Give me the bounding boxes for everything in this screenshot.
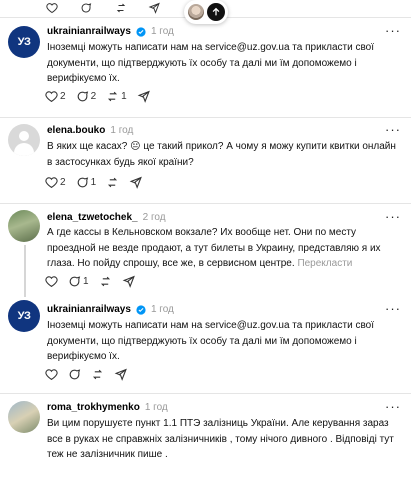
timestamp: 1 год bbox=[150, 304, 174, 315]
avatar[interactable]: УЗ bbox=[8, 300, 40, 332]
post-text: В яких ще касах? 😐 це такий прикол? А чо… bbox=[47, 139, 403, 170]
comment-icon bbox=[69, 276, 81, 287]
like-count: 2 bbox=[60, 91, 66, 102]
repost-button[interactable] bbox=[91, 368, 104, 381]
username[interactable]: ukrainianrailways bbox=[47, 26, 131, 37]
send-icon bbox=[137, 90, 150, 103]
post: elena_tzwetochek_ 2 год ··· А где кассы … bbox=[0, 203, 411, 298]
more-options-button[interactable]: ··· bbox=[385, 209, 401, 224]
heart-icon bbox=[45, 369, 58, 381]
send-icon bbox=[129, 176, 142, 189]
reply-button[interactable] bbox=[68, 368, 81, 381]
username[interactable]: roma_trokhymenko bbox=[47, 402, 140, 413]
more-options-button[interactable]: ··· bbox=[385, 23, 401, 38]
verified-badge-icon bbox=[136, 304, 146, 315]
timestamp: 1 год bbox=[144, 402, 168, 413]
avatar[interactable] bbox=[8, 401, 40, 433]
username[interactable]: ukrainianrailways bbox=[47, 304, 131, 315]
share-button[interactable] bbox=[122, 275, 135, 288]
heart-icon bbox=[45, 177, 58, 189]
share-button[interactable] bbox=[148, 2, 160, 14]
send-icon bbox=[114, 368, 127, 381]
avatar[interactable] bbox=[8, 210, 40, 242]
like-button[interactable] bbox=[45, 275, 58, 288]
reply-count: 2 bbox=[90, 91, 97, 102]
post-text: Іноземці можуть написати нам на service@… bbox=[47, 320, 375, 362]
post: roma_trokhymenko 1 год ··· Ви цим порушу… bbox=[0, 393, 411, 493]
repost-icon bbox=[116, 3, 126, 13]
timestamp: 2 год bbox=[142, 212, 166, 223]
more-options-button[interactable]: ··· bbox=[385, 122, 401, 137]
username[interactable]: elena_tzwetochek_ bbox=[47, 212, 138, 223]
heart-icon bbox=[46, 3, 58, 14]
heart-icon bbox=[45, 91, 58, 103]
comment-icon bbox=[81, 3, 92, 13]
reply-button[interactable] bbox=[80, 2, 92, 14]
reply-count: 1 bbox=[83, 276, 89, 287]
like-button[interactable]: 2 bbox=[45, 176, 66, 189]
like-count: 2 bbox=[60, 177, 66, 188]
send-icon bbox=[148, 2, 160, 14]
repost-icon bbox=[108, 91, 118, 102]
post: УЗ ukrainianrailways 1 год ··· Іноземці … bbox=[0, 298, 411, 393]
neutral-face-emoji: 😐 bbox=[130, 141, 141, 152]
send-icon bbox=[122, 275, 135, 288]
like-button[interactable] bbox=[45, 368, 58, 381]
timestamp: 1 год bbox=[110, 125, 134, 136]
timestamp: 1 год bbox=[150, 26, 174, 37]
repost-icon bbox=[100, 276, 110, 287]
translate-link[interactable]: Перекласти bbox=[297, 258, 352, 269]
repost-button[interactable]: 1 bbox=[106, 90, 127, 103]
post: elena.bouko 1 год ··· В яких ще касах? 😐… bbox=[0, 117, 411, 203]
like-button[interactable]: 2 bbox=[45, 90, 66, 103]
arrow-up-icon bbox=[206, 3, 225, 21]
repost-icon bbox=[108, 177, 118, 188]
avatar[interactable] bbox=[8, 124, 40, 156]
verified-badge-icon bbox=[136, 26, 146, 37]
avatar-logo-text: УЗ bbox=[17, 36, 31, 48]
comment-icon bbox=[69, 369, 81, 380]
avatar-logo-text: УЗ bbox=[17, 310, 31, 322]
comment-icon bbox=[77, 91, 88, 102]
repost-count: 1 bbox=[121, 91, 127, 102]
thread-line bbox=[24, 245, 26, 297]
heart-icon bbox=[45, 276, 58, 288]
repost-button[interactable] bbox=[106, 176, 119, 189]
share-button[interactable] bbox=[114, 368, 127, 381]
scroll-to-top-pill[interactable] bbox=[184, 0, 228, 24]
comment-icon bbox=[77, 177, 88, 188]
repost-icon bbox=[92, 369, 103, 380]
repost-button[interactable] bbox=[99, 275, 112, 288]
post-text: Іноземці можуть написати нам на service@… bbox=[47, 42, 375, 84]
post-text: А где кассы в Кельновском вокзале? Их во… bbox=[47, 225, 403, 272]
share-button[interactable] bbox=[129, 176, 142, 189]
post-text-part: В яких ще касах? bbox=[47, 141, 131, 152]
username[interactable]: elena.bouko bbox=[47, 125, 105, 136]
avatar bbox=[187, 4, 204, 20]
more-options-button[interactable]: ··· bbox=[385, 399, 401, 414]
reply-button[interactable]: 1 bbox=[68, 275, 89, 288]
like-button[interactable] bbox=[46, 2, 58, 14]
repost-button[interactable] bbox=[115, 2, 127, 14]
reply-count: 1 bbox=[90, 177, 97, 188]
avatar[interactable]: УЗ bbox=[8, 26, 40, 58]
reply-button[interactable]: 2 bbox=[76, 90, 97, 103]
share-button[interactable] bbox=[137, 90, 150, 103]
more-options-button[interactable]: ··· bbox=[385, 301, 401, 316]
post-text: Ви цим порушуєте пункт 1.1 ПТЭ залізниць… bbox=[47, 418, 394, 460]
reply-button[interactable]: 1 bbox=[76, 176, 97, 189]
post: УЗ ukrainianrailways 1 год ··· Іноземці … bbox=[0, 17, 411, 117]
